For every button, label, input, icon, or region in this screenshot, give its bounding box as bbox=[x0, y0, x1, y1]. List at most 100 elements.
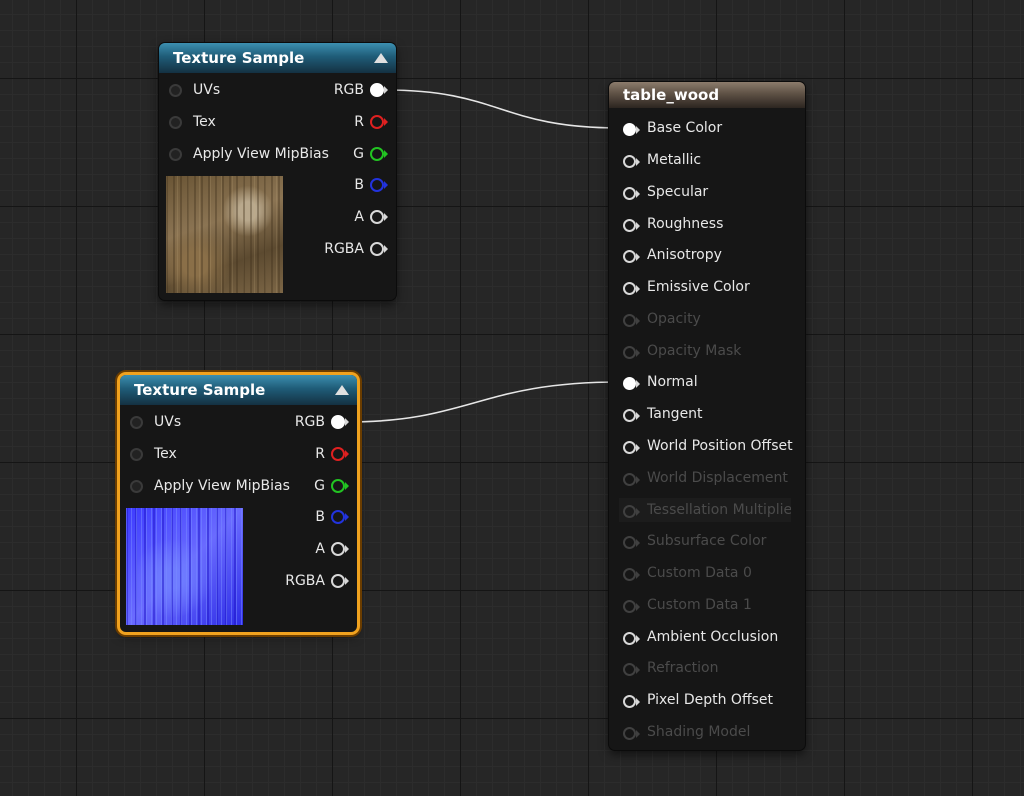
input-pin-icon bbox=[623, 663, 640, 676]
material-input-ambient-occlusion[interactable]: Ambient Occlusion bbox=[609, 625, 805, 649]
material-input-tessellation-multiplier: Tessellation Multiplier bbox=[619, 498, 791, 522]
material-input-opacity: Opacity bbox=[609, 307, 805, 331]
output-pin-r[interactable]: R bbox=[306, 112, 388, 132]
output-pin-b[interactable]: B bbox=[267, 507, 349, 527]
output-pin-a[interactable]: A bbox=[306, 207, 388, 227]
pin-label: Normal bbox=[647, 374, 698, 390]
output-pin-icon[interactable] bbox=[331, 510, 349, 524]
output-pin-icon[interactable] bbox=[331, 479, 349, 493]
wood-texture-thumbnail bbox=[166, 176, 283, 293]
pin-label: Emissive Color bbox=[647, 279, 750, 295]
input-pin-icon[interactable] bbox=[623, 187, 640, 200]
wire-rgb-to-normal[interactable] bbox=[346, 381, 621, 423]
input-pin-icon[interactable] bbox=[623, 282, 640, 295]
pin-label: Anisotropy bbox=[647, 247, 722, 263]
node-title: Texture Sample bbox=[173, 49, 305, 67]
wire-rgb-to-base-color[interactable] bbox=[385, 89, 621, 129]
material-input-refraction: Refraction bbox=[609, 656, 805, 680]
node-header[interactable]: table_wood bbox=[609, 82, 805, 108]
pin-label: B bbox=[354, 177, 364, 193]
pin-label: Opacity Mask bbox=[647, 343, 742, 359]
input-pin-icon[interactable] bbox=[623, 441, 640, 454]
material-input-normal[interactable]: Normal bbox=[609, 370, 805, 394]
material-input-world-position-offset[interactable]: World Position Offset bbox=[609, 434, 805, 458]
pin-label: Tex bbox=[193, 114, 216, 130]
pin-label: R bbox=[315, 446, 325, 462]
output-pin-g[interactable]: G bbox=[267, 476, 349, 496]
input-pin-icon bbox=[623, 600, 640, 613]
material-input-shading-model: Shading Model bbox=[609, 720, 805, 744]
input-pin-icon[interactable] bbox=[130, 416, 143, 429]
material-input-opacity-mask: Opacity Mask bbox=[609, 339, 805, 363]
input-pin-icon[interactable] bbox=[169, 84, 182, 97]
pin-label: Roughness bbox=[647, 216, 724, 232]
pin-label: Metallic bbox=[647, 152, 702, 168]
texture-sample-node[interactable]: Texture Sample UVs Tex Apply View MipBia… bbox=[159, 43, 396, 300]
pin-label: UVs bbox=[154, 414, 182, 430]
input-pin-icon[interactable] bbox=[169, 116, 182, 129]
material-input-base-color[interactable]: Base Color bbox=[609, 116, 805, 140]
input-pin-icon[interactable] bbox=[623, 123, 640, 136]
material-input-roughness[interactable]: Roughness bbox=[609, 212, 805, 236]
pin-label: Shading Model bbox=[647, 724, 751, 740]
pin-label: RGB bbox=[294, 414, 325, 430]
output-pin-r[interactable]: R bbox=[267, 444, 349, 464]
output-pin-icon[interactable] bbox=[370, 83, 388, 97]
collapse-triangle-icon[interactable] bbox=[335, 385, 349, 395]
pin-label: Subsurface Color bbox=[647, 533, 767, 549]
input-pin-icon bbox=[623, 346, 640, 359]
output-pin-icon[interactable] bbox=[370, 178, 388, 192]
output-pin-a[interactable]: A bbox=[267, 539, 349, 559]
input-pin-icon bbox=[623, 727, 640, 740]
node-header[interactable]: Texture Sample bbox=[159, 43, 396, 73]
output-pin-icon[interactable] bbox=[370, 210, 388, 224]
material-input-pixel-depth-offset[interactable]: Pixel Depth Offset bbox=[609, 688, 805, 712]
input-pin-icon bbox=[623, 505, 640, 518]
output-pin-g[interactable]: G bbox=[306, 144, 388, 164]
output-pin-icon[interactable] bbox=[331, 415, 349, 429]
pin-label: G bbox=[353, 146, 364, 162]
pin-label: RGBA bbox=[285, 573, 325, 589]
pin-label: G bbox=[314, 478, 325, 494]
input-pin-icon[interactable] bbox=[623, 409, 640, 422]
material-input-anisotropy[interactable]: Anisotropy bbox=[609, 243, 805, 267]
input-pin-icon[interactable] bbox=[623, 695, 640, 708]
input-pin-icon[interactable] bbox=[623, 377, 640, 390]
material-input-metallic[interactable]: Metallic bbox=[609, 148, 805, 172]
pin-label: A bbox=[354, 209, 364, 225]
input-pin-icon[interactable] bbox=[623, 250, 640, 263]
input-pin-icon[interactable] bbox=[623, 219, 640, 232]
collapse-triangle-icon[interactable] bbox=[374, 53, 388, 63]
output-pin-icon[interactable] bbox=[370, 242, 388, 256]
output-pin-rgb[interactable]: RGB bbox=[306, 80, 388, 100]
output-pin-rgb[interactable]: RGB bbox=[267, 412, 349, 432]
input-pin-icon[interactable] bbox=[130, 480, 143, 493]
output-pin-icon[interactable] bbox=[331, 542, 349, 556]
material-result-node[interactable]: table_wood Base Color Metallic Specular … bbox=[609, 82, 805, 750]
texture-sample-node-selected[interactable]: Texture Sample UVs Tex Apply View MipBia… bbox=[120, 375, 357, 632]
output-pin-icon[interactable] bbox=[370, 147, 388, 161]
material-input-world-displacement: World Displacement bbox=[609, 466, 805, 490]
material-input-specular[interactable]: Specular bbox=[609, 180, 805, 204]
pin-label: Tangent bbox=[647, 406, 703, 422]
input-pin-icon[interactable] bbox=[130, 448, 143, 461]
node-header[interactable]: Texture Sample bbox=[120, 375, 357, 405]
pin-label: Tessellation Multiplier bbox=[647, 502, 791, 518]
input-pin-icon[interactable] bbox=[169, 148, 182, 161]
material-input-tangent[interactable]: Tangent bbox=[609, 402, 805, 426]
output-pin-rgba[interactable]: RGBA bbox=[267, 571, 349, 591]
pin-label: Opacity bbox=[647, 311, 701, 327]
output-pin-icon[interactable] bbox=[370, 115, 388, 129]
output-pin-icon[interactable] bbox=[331, 447, 349, 461]
material-input-custom-data-1: Custom Data 1 bbox=[609, 593, 805, 617]
input-pin-icon[interactable] bbox=[623, 155, 640, 168]
output-pin-b[interactable]: B bbox=[306, 175, 388, 195]
output-pin-rgba[interactable]: RGBA bbox=[306, 239, 388, 259]
input-pin-icon[interactable] bbox=[623, 632, 640, 645]
pin-label: World Position Offset bbox=[647, 438, 793, 454]
material-input-emissive-color[interactable]: Emissive Color bbox=[609, 275, 805, 299]
output-pin-icon[interactable] bbox=[331, 574, 349, 588]
pin-label: R bbox=[354, 114, 364, 130]
pin-label: Custom Data 1 bbox=[647, 597, 752, 613]
input-pin-icon bbox=[623, 473, 640, 486]
